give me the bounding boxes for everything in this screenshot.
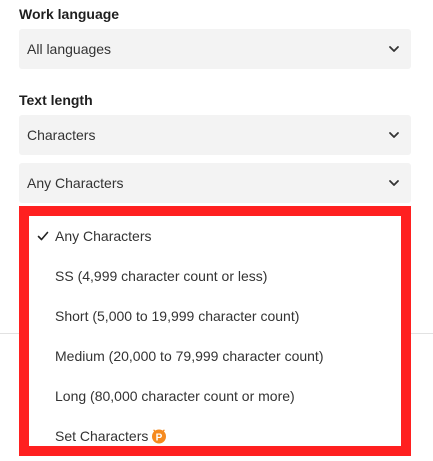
text-length-range-value: Any Characters	[27, 175, 124, 191]
dropdown-option-ss[interactable]: SS (4,999 character count or less)	[29, 256, 401, 296]
work-language-value: All languages	[27, 41, 112, 57]
dropdown-option-label: Set Characters	[55, 428, 149, 444]
text-length-label: Text length	[19, 92, 93, 108]
dropdown-option-set-characters[interactable]: Set Characters P	[29, 416, 401, 456]
work-language-label: Work language	[19, 6, 120, 22]
chevron-down-icon	[389, 180, 399, 186]
premium-badge-letter: P	[156, 432, 163, 443]
dropdown-option-label: Any Characters	[55, 228, 152, 244]
dropdown-option-label: Long (80,000 character count or more)	[55, 388, 295, 404]
dropdown-option-any-characters[interactable]: Any Characters	[29, 216, 401, 256]
checkmark-icon	[37, 231, 49, 241]
dropdown-option-short[interactable]: Short (5,000 to 19,999 character count)	[29, 296, 401, 336]
dropdown-option-label: SS (4,999 character count or less)	[55, 268, 268, 284]
dropdown-option-long[interactable]: Long (80,000 character count or more)	[29, 376, 401, 416]
chevron-down-icon	[389, 132, 399, 138]
filter-panel: Work language All languages Text length …	[0, 0, 433, 461]
dropdown-option-label: Short (5,000 to 19,999 character count)	[55, 308, 300, 324]
text-length-range-select[interactable]: Any Characters	[19, 163, 411, 203]
text-length-range-dropdown: Any Characters SS (4,999 character count…	[19, 206, 411, 456]
text-length-unit-value: Characters	[27, 127, 96, 143]
chevron-down-icon	[389, 46, 399, 52]
text-length-unit-select[interactable]: Characters	[19, 115, 411, 155]
premium-badge-icon: P	[151, 428, 167, 444]
dropdown-option-label: Medium (20,000 to 79,999 character count…	[55, 348, 324, 364]
dropdown-option-medium[interactable]: Medium (20,000 to 79,999 character count…	[29, 336, 401, 376]
work-language-select[interactable]: All languages	[19, 29, 411, 69]
